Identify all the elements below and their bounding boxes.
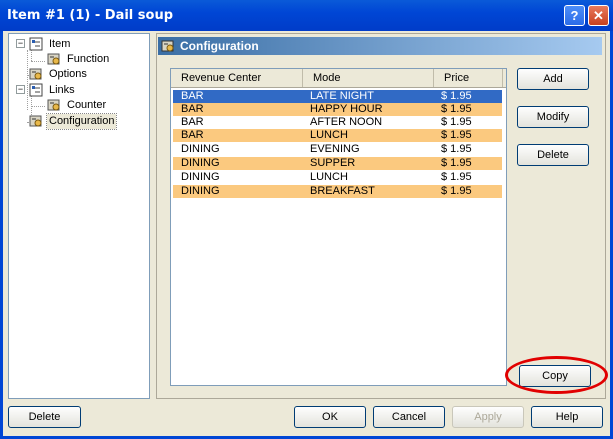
column-header-price[interactable]: Price bbox=[434, 69, 503, 87]
table-row[interactable]: DINING SUPPER $ 1.95 bbox=[173, 157, 502, 170]
cell-price: $ 1.95 bbox=[441, 185, 472, 197]
cell-revenue-center: BAR bbox=[181, 129, 204, 141]
close-icon[interactable]: ✕ bbox=[588, 5, 609, 26]
tree-item-label: Counter bbox=[67, 99, 107, 111]
cell-mode: AFTER NOON bbox=[310, 116, 383, 128]
help-icon[interactable]: ? bbox=[564, 5, 585, 26]
cell-price: $ 1.95 bbox=[441, 171, 472, 183]
table-row[interactable]: BAR LATE NIGHT $ 1.95 bbox=[173, 90, 502, 103]
table-row[interactable]: DINING BREAKFAST $ 1.95 bbox=[173, 185, 502, 198]
delete-config-button[interactable]: Delete bbox=[517, 144, 589, 166]
cell-revenue-center: DINING bbox=[181, 157, 220, 169]
delete-item-button[interactable]: Delete bbox=[8, 406, 81, 428]
config-icon bbox=[29, 68, 42, 80]
cell-revenue-center: BAR bbox=[181, 90, 204, 102]
cell-mode: EVENING bbox=[310, 143, 360, 155]
table-row[interactable]: BAR LUNCH $ 1.95 bbox=[173, 129, 502, 142]
tree-item-label: Item bbox=[49, 38, 71, 50]
add-button[interactable]: Add bbox=[517, 68, 589, 90]
cell-price: $ 1.95 bbox=[441, 90, 472, 102]
cell-mode: LUNCH bbox=[310, 171, 348, 183]
tree-item-label: Function bbox=[67, 53, 110, 65]
highlight-ring bbox=[505, 356, 608, 394]
configuration-grid[interactable]: Revenue Center Mode Price BAR LATE NIGHT… bbox=[170, 68, 507, 386]
cell-price: $ 1.95 bbox=[441, 129, 472, 141]
config-icon bbox=[47, 99, 60, 111]
cell-price: $ 1.95 bbox=[441, 157, 472, 169]
config-icon bbox=[29, 115, 42, 127]
tree-line bbox=[27, 50, 28, 110]
help-button[interactable]: Help bbox=[531, 406, 603, 428]
title-bar: Item #1 (1) - Dail soup ? ✕ bbox=[0, 0, 613, 31]
cell-revenue-center: DINING bbox=[181, 185, 220, 197]
cell-mode: SUPPER bbox=[310, 157, 356, 169]
cell-mode: HAPPY HOUR bbox=[310, 103, 383, 115]
cell-revenue-center: BAR bbox=[181, 103, 204, 115]
apply-button[interactable]: Apply bbox=[452, 406, 524, 428]
cell-price: $ 1.95 bbox=[441, 116, 472, 128]
cell-mode: LATE NIGHT bbox=[310, 90, 374, 102]
cancel-button[interactable]: Cancel bbox=[373, 406, 445, 428]
tree-node-icon bbox=[29, 83, 43, 97]
table-row[interactable]: DINING LUNCH $ 1.95 bbox=[173, 171, 502, 184]
config-icon bbox=[47, 53, 60, 65]
navigation-tree[interactable]: − − Item Function Options Links Counter … bbox=[8, 33, 150, 399]
tree-line bbox=[31, 106, 45, 107]
config-icon bbox=[161, 40, 174, 52]
column-header-mode[interactable]: Mode bbox=[303, 69, 434, 87]
panel-title: Configuration bbox=[180, 39, 259, 53]
collapse-icon[interactable]: − bbox=[16, 85, 25, 94]
cell-revenue-center: DINING bbox=[181, 171, 220, 183]
collapse-icon[interactable]: − bbox=[16, 39, 25, 48]
cell-revenue-center: DINING bbox=[181, 143, 220, 155]
cell-price: $ 1.95 bbox=[441, 103, 472, 115]
tree-node-icon bbox=[29, 37, 43, 51]
tree-item-label: Links bbox=[49, 84, 75, 96]
column-header-revenue-center[interactable]: Revenue Center bbox=[171, 69, 303, 87]
modify-button[interactable]: Modify bbox=[517, 106, 589, 128]
panel-header: Configuration bbox=[158, 37, 602, 55]
ok-button[interactable]: OK bbox=[294, 406, 366, 428]
tree-line bbox=[31, 61, 45, 62]
cell-mode: BREAKFAST bbox=[310, 185, 375, 197]
table-row[interactable]: BAR AFTER NOON $ 1.95 bbox=[173, 116, 502, 129]
cell-revenue-center: BAR bbox=[181, 116, 204, 128]
grid-header: Revenue Center Mode Price bbox=[171, 69, 506, 88]
tree-item-label: Configuration bbox=[45, 113, 118, 130]
cell-mode: LUNCH bbox=[310, 129, 348, 141]
table-row[interactable]: DINING EVENING $ 1.95 bbox=[173, 143, 502, 156]
tree-item-label: Options bbox=[49, 68, 87, 80]
window-title: Item #1 (1) - Dail soup bbox=[7, 8, 174, 23]
table-row[interactable]: BAR HAPPY HOUR $ 1.95 bbox=[173, 103, 502, 116]
cell-price: $ 1.95 bbox=[441, 143, 472, 155]
window-frame-left bbox=[0, 31, 3, 439]
